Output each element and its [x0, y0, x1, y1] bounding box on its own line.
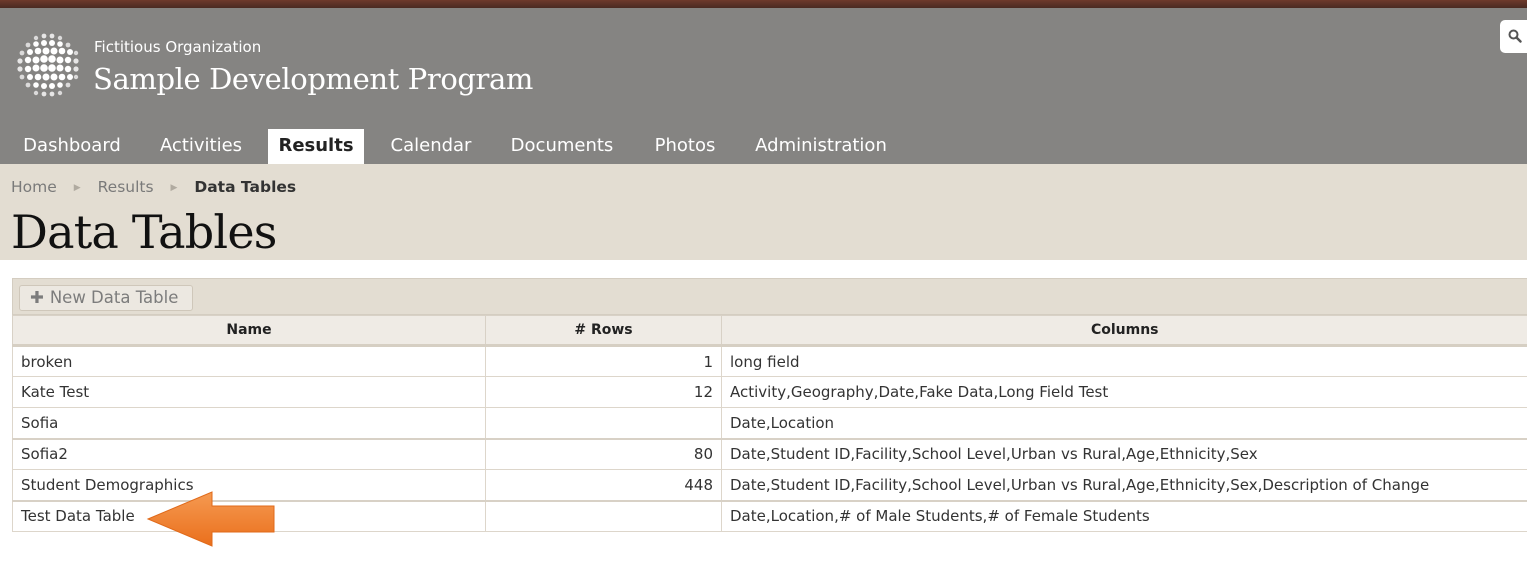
row-name-cell[interactable]: Kate Test [12, 376, 486, 408]
nav-tab-calendar[interactable]: Calendar [380, 129, 482, 164]
row-columns-cell: Date,Location [721, 407, 1527, 439]
search-icon [1508, 29, 1522, 43]
nav-tab-documents[interactable]: Documents [498, 129, 626, 164]
row-count-cell: 12 [485, 376, 722, 408]
row-count-cell: 80 [485, 437, 722, 470]
table-toolbar: ✚ New Data Table [12, 278, 1527, 315]
nav-tab-photos[interactable]: Photos [642, 129, 728, 164]
nav-tab-administration[interactable]: Administration [745, 129, 897, 164]
breadcrumb-home[interactable]: Home [11, 178, 57, 196]
row-columns-cell: Activity,Geography,Date,Fake Data,Long F… [721, 376, 1527, 408]
site-title[interactable]: Sample Development Program [93, 62, 533, 96]
row-name-cell[interactable]: broken [12, 345, 486, 377]
row-count-cell: 1 [485, 345, 722, 377]
table-header-row: Name # Rows Columns [12, 315, 1527, 347]
orange-arrow-icon [146, 491, 275, 547]
new-data-table-label: New Data Table [49, 288, 179, 307]
row-name-cell[interactable]: Sofia2 [12, 437, 486, 470]
row-count-cell [485, 499, 722, 532]
column-header-columns[interactable]: Columns [721, 315, 1527, 347]
nav-tab-activities[interactable]: Activities [150, 129, 252, 164]
row-columns-cell: Date,Student ID,Facility,School Level,Ur… [721, 437, 1527, 470]
page-header: Home ▶ Results ▶ Data Tables Data Tables [0, 164, 1527, 260]
row-count-cell: 448 [485, 469, 722, 501]
page-title: Data Tables [11, 205, 277, 259]
row-columns-cell: Date,Location,# of Male Students,# of Fe… [721, 499, 1527, 532]
breadcrumb-results[interactable]: Results [98, 178, 154, 196]
plus-icon: ✚ [30, 288, 44, 307]
main-nav: Dashboard Activities Results Calendar Do… [0, 129, 1527, 164]
breadcrumb: Home ▶ Results ▶ Data Tables [11, 178, 296, 196]
search-button[interactable] [1500, 20, 1527, 53]
breadcrumb-separator-icon: ▶ [170, 183, 178, 193]
row-columns-cell: Date,Student ID,Facility,School Level,Ur… [721, 469, 1527, 501]
row-columns-cell: long field [721, 345, 1527, 377]
top-stripe [0, 0, 1527, 8]
column-header-rows[interactable]: # Rows [485, 315, 722, 347]
table-row[interactable]: Sofia2 80 Date,Student ID,Facility,Schoo… [12, 437, 1527, 470]
site-header: Fictitious Organization Sample Developme… [0, 8, 1527, 164]
table-row[interactable]: broken 1 long field [12, 345, 1527, 377]
nav-tab-results[interactable]: Results [268, 129, 364, 164]
table-row[interactable]: Sofia Date,Location [12, 407, 1527, 439]
new-data-table-button[interactable]: ✚ New Data Table [19, 285, 193, 311]
table-row[interactable]: Kate Test 12 Activity,Geography,Date,Fak… [12, 376, 1527, 408]
organization-name: Fictitious Organization [94, 38, 262, 56]
breadcrumb-separator-icon: ▶ [73, 183, 81, 193]
globe-logo-icon[interactable] [14, 30, 82, 102]
row-count-cell [485, 407, 722, 439]
column-header-name[interactable]: Name [12, 315, 486, 347]
row-name-cell[interactable]: Sofia [12, 407, 486, 439]
nav-tab-dashboard[interactable]: Dashboard [12, 129, 132, 164]
breadcrumb-current: Data Tables [194, 178, 297, 196]
